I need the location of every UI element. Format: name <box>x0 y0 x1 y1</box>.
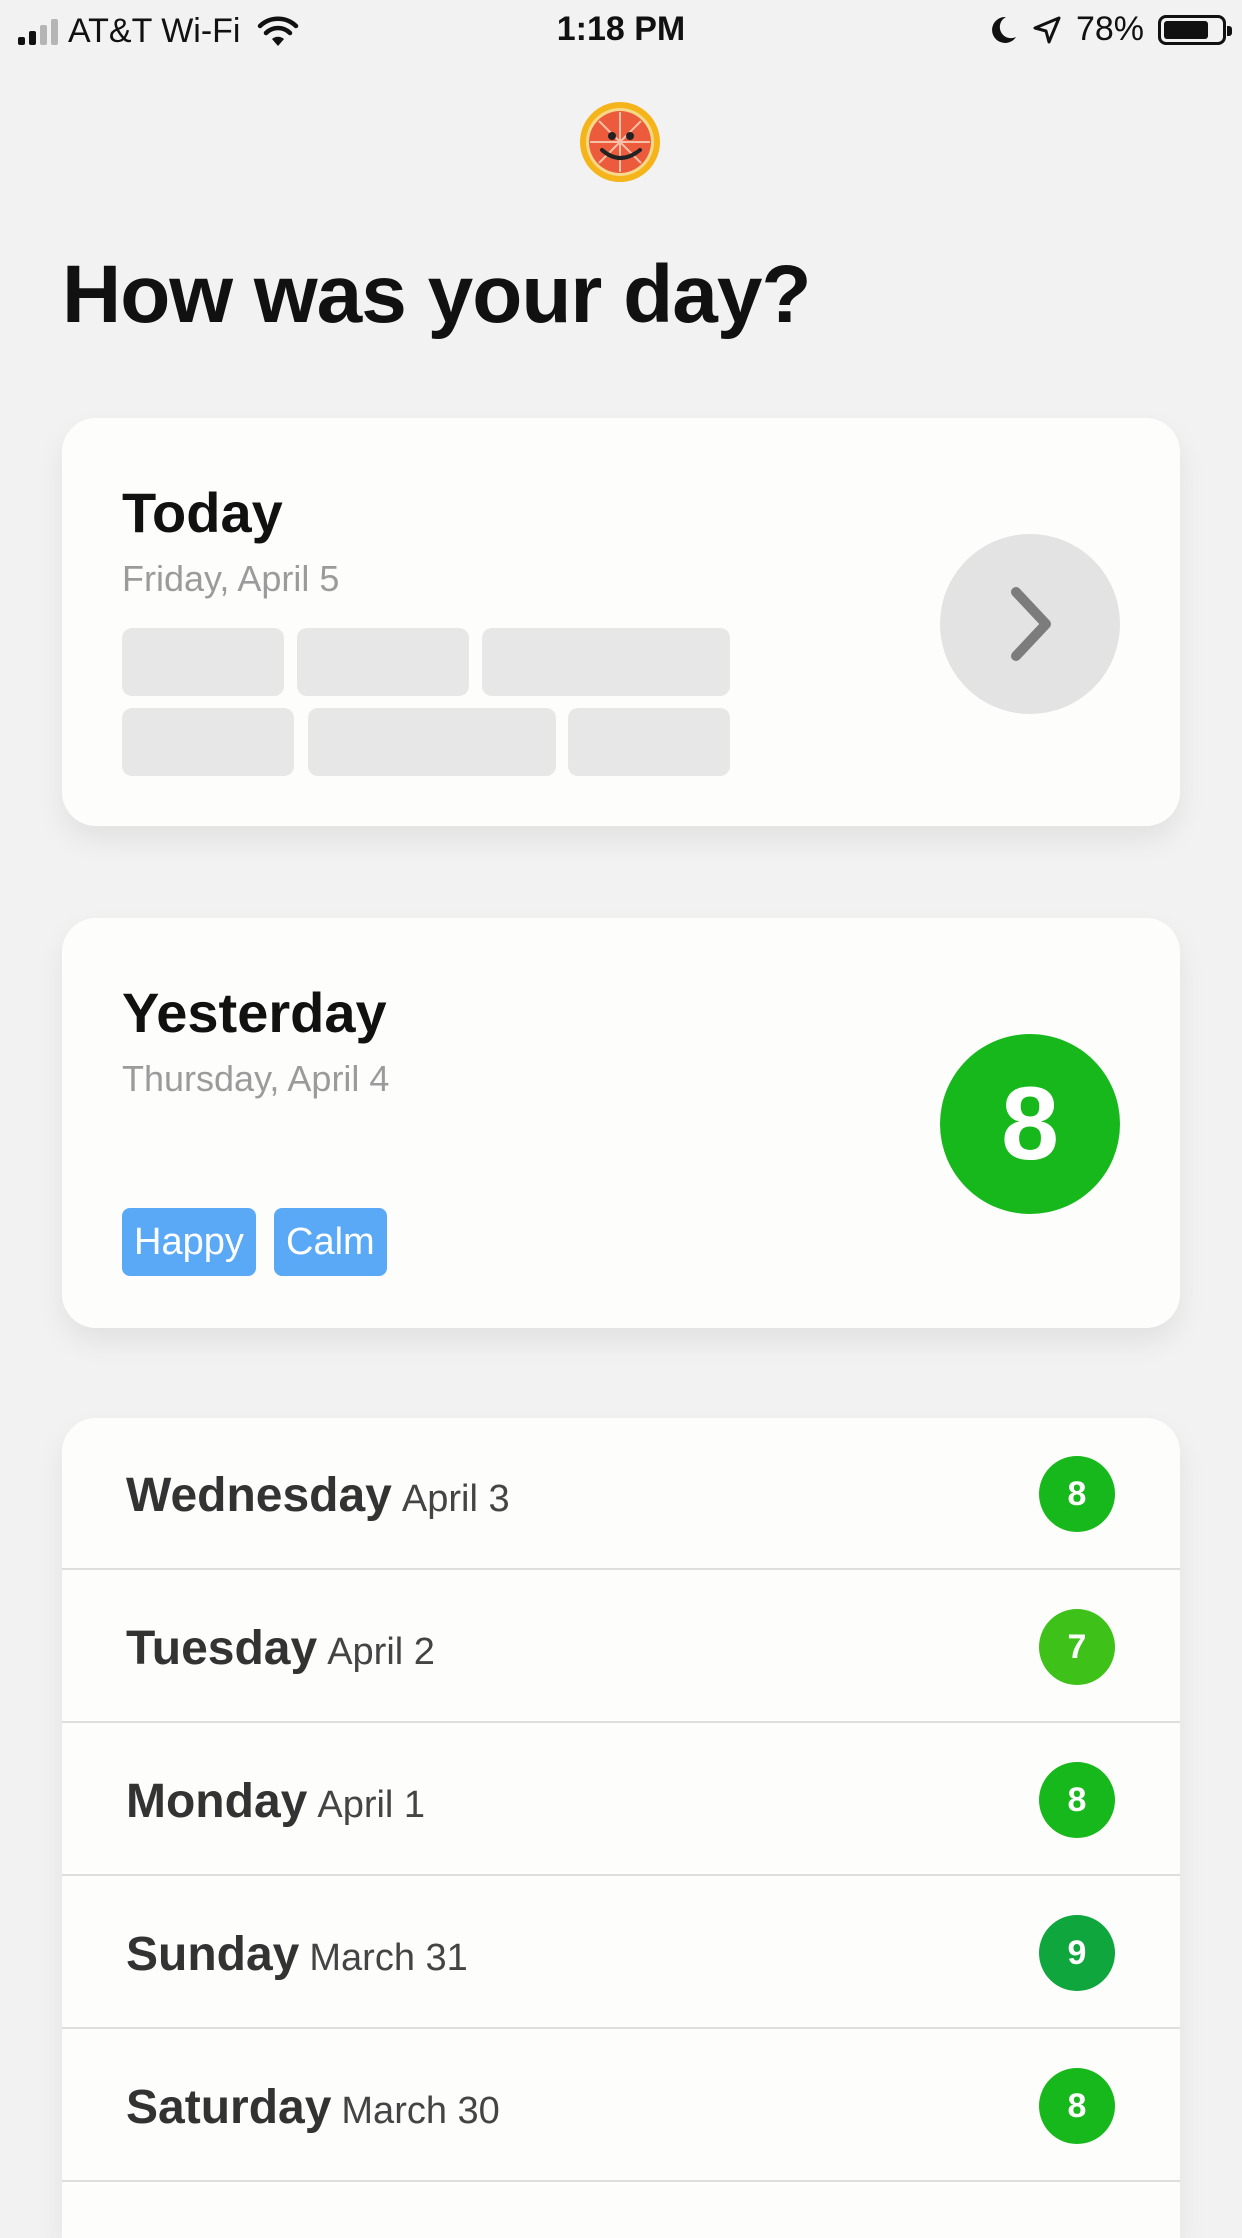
row-day: Monday <box>126 1775 308 1828</box>
yesterday-card[interactable]: Yesterday Thursday, April 4 Happy Calm 8 <box>62 918 1180 1328</box>
chevron-right-icon <box>1011 587 1051 661</box>
row-date: April 3 <box>401 1478 510 1520</box>
row-date: April 1 <box>317 1784 426 1826</box>
placeholder-block <box>297 628 469 696</box>
yesterday-date: Thursday, April 4 <box>122 1058 390 1099</box>
placeholder-block <box>482 628 730 696</box>
row-day: Saturday <box>126 2081 332 2134</box>
status-bar: AT&T Wi-Fi 1:18 PM 78% <box>0 0 1242 60</box>
grapefruit-smile-logo-icon <box>580 102 660 182</box>
battery-icon <box>1158 14 1232 45</box>
history-row[interactable]: Tuesday April 2 7 <box>62 1571 1180 1723</box>
row-day: Tuesday <box>126 1622 318 1675</box>
placeholder-block <box>308 708 556 776</box>
placeholder-block <box>122 628 284 696</box>
history-row[interactable]: Sunday March 31 9 <box>62 1877 1180 2029</box>
history-list: Wednesday April 3 8 Tuesday April 2 7 Mond… <box>62 1418 1180 2238</box>
row-date: March 31 <box>309 1937 468 1979</box>
row-date: April 2 <box>327 1631 435 1673</box>
score-badge: 7 <box>1039 1609 1115 1685</box>
today-date: Friday, April 5 <box>122 558 340 599</box>
row-date: March 30 <box>341 2090 500 2132</box>
history-row[interactable]: Saturday March 30 8 <box>62 2030 1180 2182</box>
score-badge: 9 <box>1039 1915 1115 1991</box>
score-badge: 8 <box>1039 1762 1115 1838</box>
location-arrow-icon <box>1033 16 1061 43</box>
mood-tag: Happy <box>122 1208 256 1276</box>
mood-tag: Calm <box>274 1208 387 1276</box>
moon-icon <box>992 16 1016 43</box>
row-day: Sunday <box>126 1928 300 1981</box>
row-day: Wednesday <box>126 1469 392 1522</box>
placeholder-block <box>568 708 730 776</box>
battery-percentage: 78% <box>1075 10 1144 48</box>
history-row[interactable]: Wednesday April 3 8 <box>62 1418 1180 1570</box>
score-badge: 8 <box>1039 1456 1115 1532</box>
today-title: Today <box>122 481 283 544</box>
history-row[interactable]: Monday April 1 8 <box>62 1724 1180 1876</box>
score-badge: 8 <box>1039 2068 1115 2144</box>
yesterday-title: Yesterday <box>122 981 387 1044</box>
today-card[interactable]: Today Friday, April 5 <box>62 418 1180 826</box>
yesterday-score-badge: 8 <box>940 1034 1120 1214</box>
open-today-button[interactable] <box>940 534 1120 714</box>
page-title: How was your day? <box>62 249 812 340</box>
placeholder-block <box>122 708 294 776</box>
